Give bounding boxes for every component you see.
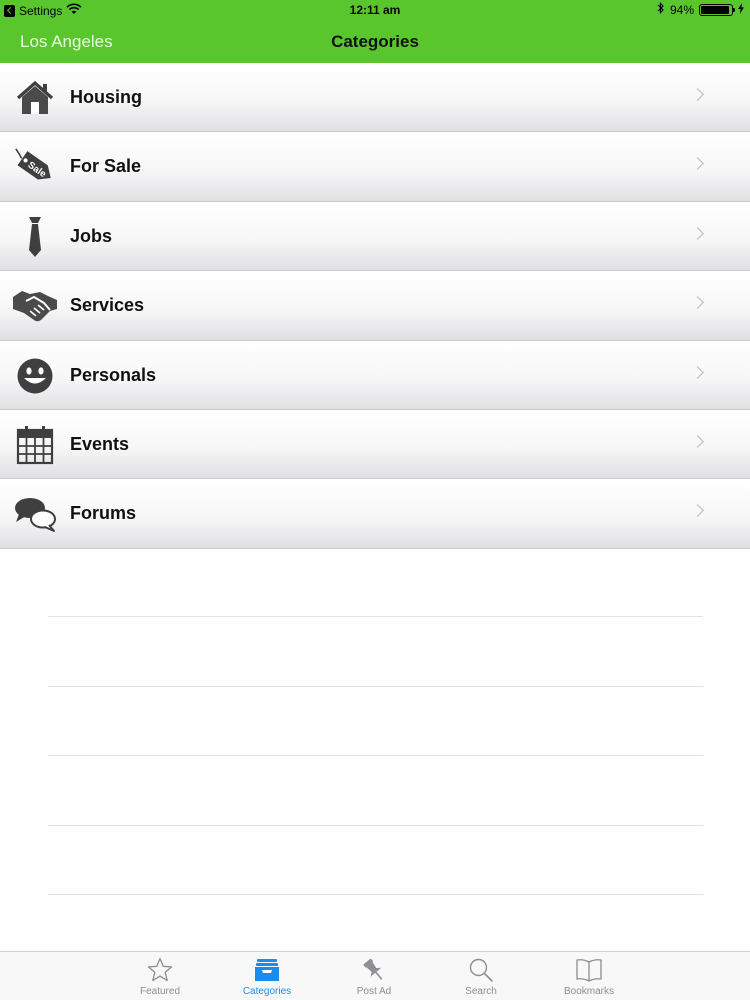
empty-row-separator	[48, 687, 703, 757]
tab-post-ad[interactable]: Post Ad	[324, 952, 424, 1000]
status-right: 94%	[657, 2, 744, 17]
tab-label: Search	[465, 986, 497, 997]
category-row-events[interactable]: Events	[0, 409, 750, 480]
battery-percent: 94%	[669, 2, 694, 17]
category-label: Forums	[70, 503, 137, 524]
battery-icon	[699, 3, 735, 16]
tab-label: Featured	[139, 986, 181, 997]
empty-row-separator	[48, 826, 703, 895]
category-row-jobs[interactable]: Jobs	[0, 201, 750, 272]
chevron-right-icon	[691, 435, 704, 448]
category-label: Housing	[70, 87, 142, 107]
category-label: Services	[70, 295, 145, 316]
category-row-for-sale[interactable]: Sale For Sale	[0, 132, 750, 202]
magnifier-icon	[467, 956, 495, 984]
chevron-right-icon	[691, 226, 704, 240]
calendar-icon	[12, 424, 58, 466]
category-label: Jobs	[70, 225, 113, 246]
speech-bubbles-icon	[12, 493, 58, 535]
tab-label: Bookmarks	[563, 986, 614, 997]
inbox-tray-icon	[253, 956, 281, 984]
category-row-personals[interactable]: Personals	[0, 340, 750, 410]
tab-categories[interactable]: Categories	[217, 952, 317, 1000]
smiley-icon	[12, 355, 58, 397]
tab-search[interactable]: Search	[431, 952, 531, 1000]
house-icon	[12, 77, 58, 119]
status-bar: Settings 12:11 am 94%	[0, 0, 750, 20]
empty-table-area	[48, 548, 703, 895]
chevron-right-icon	[691, 296, 704, 310]
category-label: For Sale	[70, 156, 142, 177]
sale-tag-icon: Sale	[12, 146, 58, 188]
navigation-bar: Settings 12:11 am 94% Los Angeles Catego…	[0, 0, 750, 63]
tab-bookmarks[interactable]: Bookmarks	[539, 952, 639, 1000]
category-label: Events	[70, 433, 130, 454]
tab-featured[interactable]: Featured	[110, 952, 210, 1000]
category-label: Personals	[70, 364, 157, 385]
charging-icon	[738, 2, 744, 17]
page-title: Categories	[331, 32, 419, 51]
empty-row-separator	[48, 756, 703, 826]
tab-bar: Featured Categories Post Ad Search Bookm…	[0, 951, 750, 1000]
category-row-forums[interactable]: Forums	[0, 479, 750, 549]
chevron-right-icon	[691, 157, 704, 171]
category-row-services[interactable]: Services	[0, 271, 750, 341]
handshake-icon	[12, 285, 58, 327]
pushpin-icon	[360, 956, 388, 984]
status-time: 12:11 am	[349, 3, 401, 17]
book-icon	[575, 956, 603, 984]
battery-fill	[701, 5, 730, 14]
chevron-right-icon	[691, 88, 704, 101]
tab-label: Categories	[242, 986, 292, 997]
tab-label: Post Ad	[356, 986, 392, 997]
necktie-icon	[12, 216, 58, 258]
chevron-right-icon	[691, 365, 704, 379]
bluetooth-icon	[657, 2, 665, 17]
category-list: Housing Sale For Sale Jobs Services Pers…	[0, 63, 750, 549]
empty-row-separator	[48, 617, 703, 687]
chevron-right-icon	[691, 504, 704, 518]
category-row-housing[interactable]: Housing	[0, 63, 750, 133]
star-icon	[146, 956, 174, 984]
empty-row-separator	[48, 548, 703, 618]
